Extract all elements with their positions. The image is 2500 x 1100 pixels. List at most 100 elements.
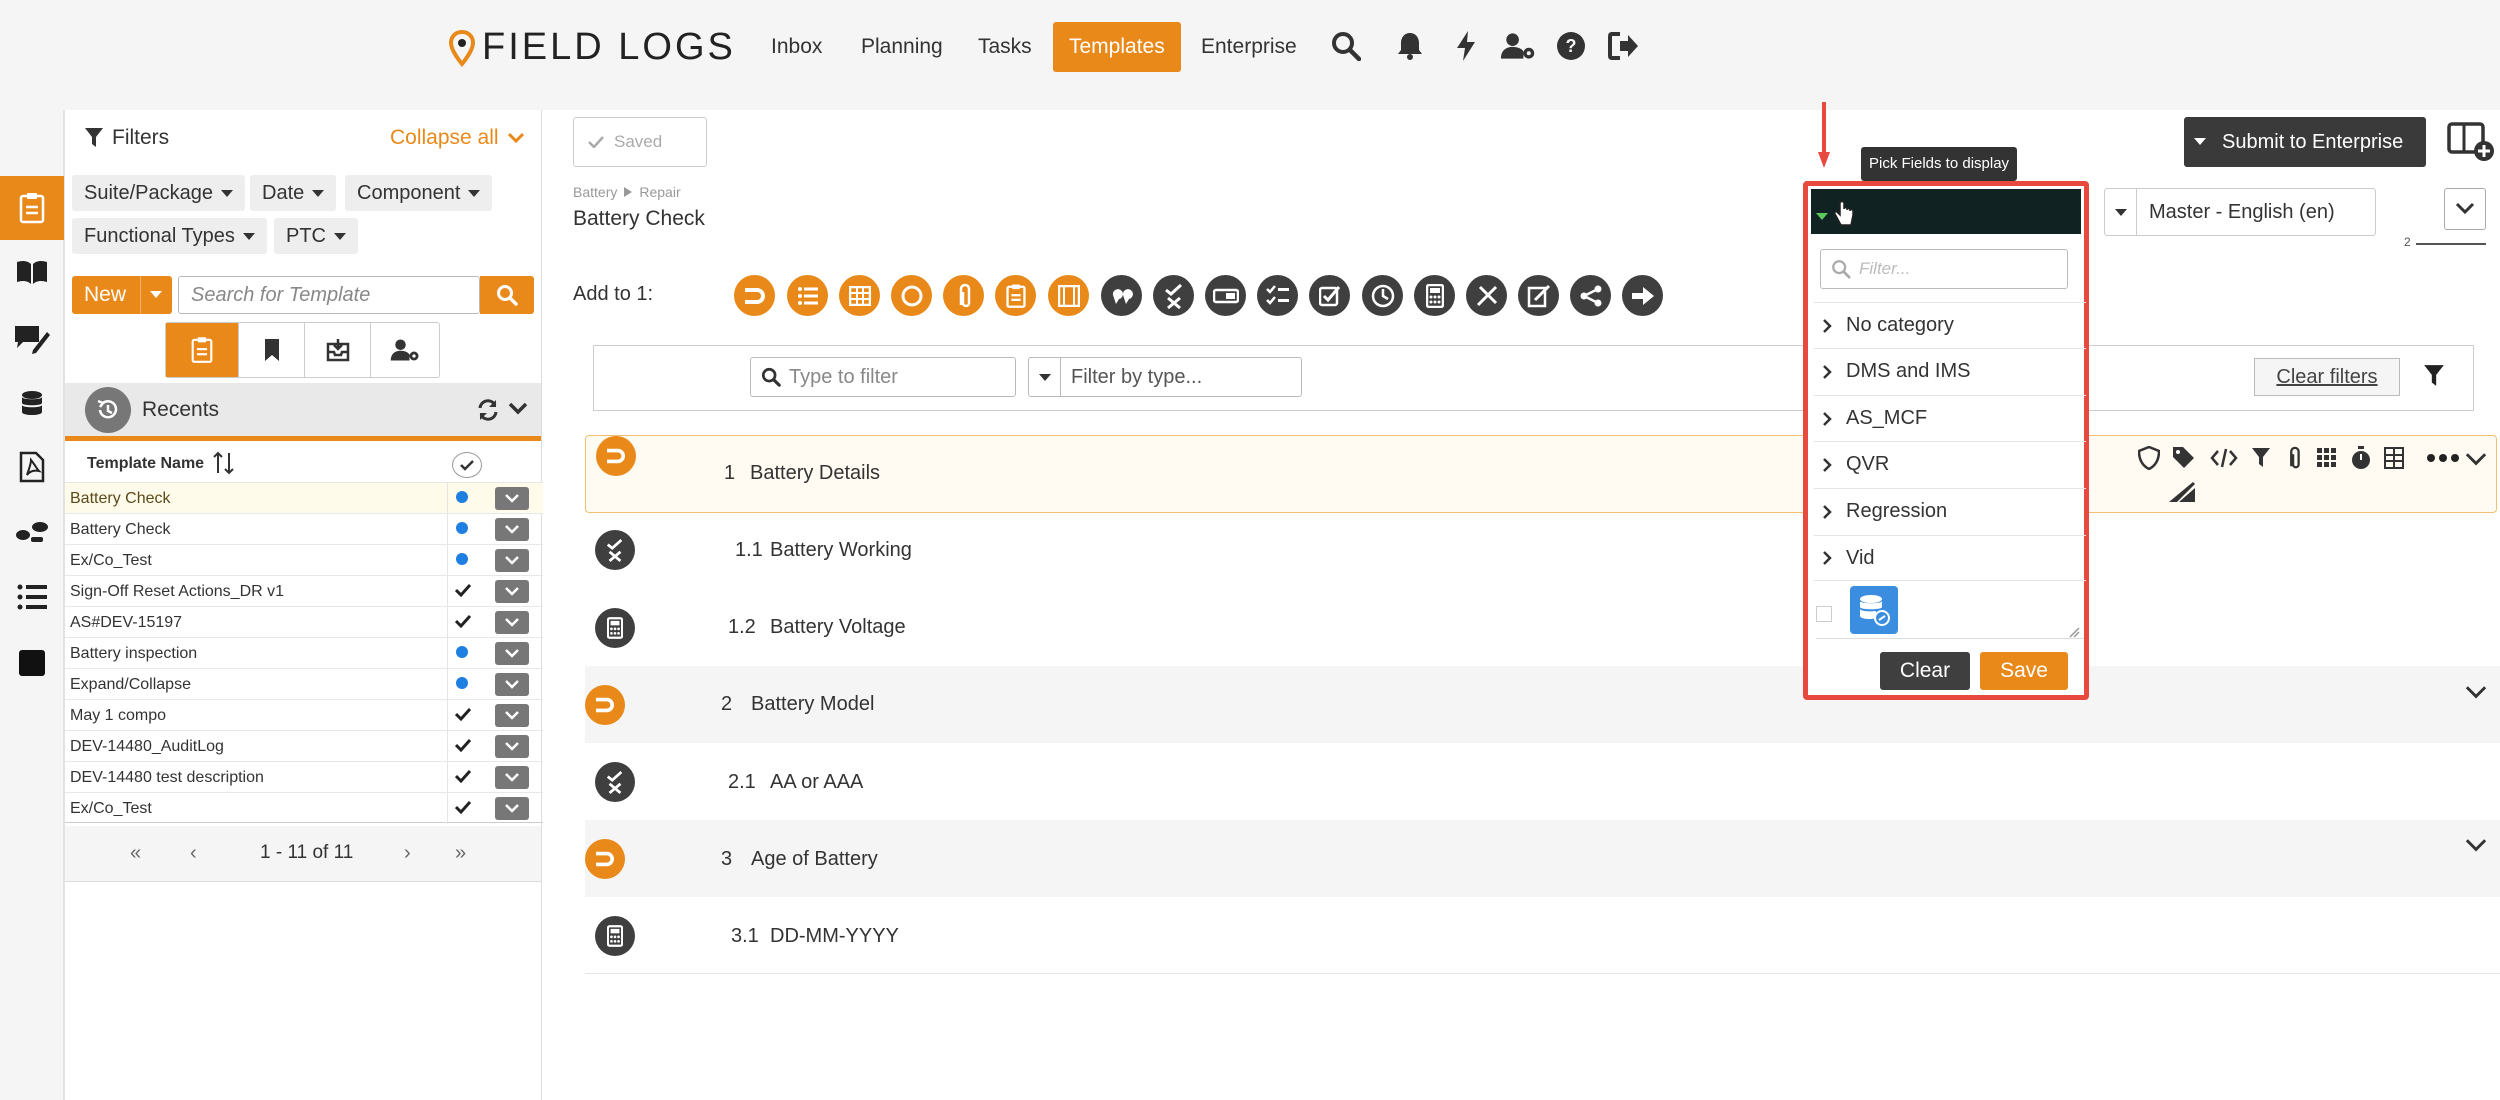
add-time-icon[interactable] xyxy=(1362,275,1403,316)
small-grid-icon[interactable] xyxy=(2384,447,2404,469)
add-checklist-icon[interactable] xyxy=(995,275,1036,316)
table-row[interactable]: Ex/Co_Test xyxy=(65,792,543,824)
nav-templates[interactable]: Templates xyxy=(1053,22,1181,72)
row-dropdown-button[interactable] xyxy=(495,642,529,665)
add-table-icon[interactable] xyxy=(839,275,880,316)
chevron-down-icon[interactable] xyxy=(2464,838,2488,854)
question-row-3-1[interactable]: 3.1 DD-MM-YYYY xyxy=(585,897,2500,974)
template-search-button[interactable] xyxy=(480,276,534,314)
collapse-all-button[interactable]: Collapse all xyxy=(390,126,525,150)
recents-header[interactable] xyxy=(65,383,541,441)
breadcrumb-item[interactable]: Repair xyxy=(639,184,680,200)
refresh-icon[interactable] xyxy=(476,398,500,422)
new-template-button[interactable]: New xyxy=(72,276,172,314)
add-quote-icon[interactable] xyxy=(1101,275,1142,316)
collapse-toggle-button[interactable] xyxy=(2444,188,2486,230)
table-row[interactable]: DEV-14480 test description xyxy=(65,761,543,793)
logout-icon[interactable] xyxy=(1606,28,1642,64)
table-row[interactable]: Sign-Off Reset Actions_DR v1 xyxy=(65,575,543,607)
add-circle-icon[interactable] xyxy=(891,275,932,316)
nav-enterprise[interactable]: Enterprise xyxy=(1185,22,1313,72)
view-bookmarks-button[interactable] xyxy=(238,323,304,377)
column-template-name[interactable]: Template Name xyxy=(87,455,204,473)
wedge-icon[interactable] xyxy=(2167,480,2197,504)
field-filter-input[interactable]: Filter... xyxy=(1820,249,2068,289)
row-dropdown-button[interactable] xyxy=(495,704,529,727)
table-row[interactable]: Battery Check xyxy=(65,482,543,514)
category-regression[interactable]: Regression xyxy=(1814,488,2086,534)
rail-footsteps-icon[interactable] xyxy=(0,500,64,564)
saved-button[interactable]: Saved xyxy=(573,117,707,167)
add-list-icon[interactable] xyxy=(787,275,828,316)
brand-logo[interactable]: FIELD LOGS xyxy=(448,26,736,69)
rail-square-icon[interactable] xyxy=(0,631,64,695)
row-dropdown-button[interactable] xyxy=(495,797,529,820)
type-filter-input[interactable]: Type to filter xyxy=(750,357,1016,397)
add-yes-no-icon[interactable] xyxy=(1153,275,1194,316)
lightning-icon[interactable] xyxy=(1448,28,1484,64)
row-dropdown-button[interactable] xyxy=(495,766,529,789)
question-row-2[interactable]: 2 Battery Model xyxy=(585,666,2500,743)
view-archive-button[interactable] xyxy=(304,323,370,377)
view-user-settings-button[interactable] xyxy=(370,323,439,377)
category-dms-ims[interactable]: DMS and IMS xyxy=(1814,348,2086,394)
row-dropdown-button[interactable] xyxy=(495,580,529,603)
more-options-icon[interactable] xyxy=(2426,453,2460,463)
nav-inbox[interactable]: Inbox xyxy=(755,22,838,72)
category-as-mcf[interactable]: AS_MCF xyxy=(1814,395,2086,441)
table-row[interactable]: Battery Check xyxy=(65,513,543,545)
next-page-button[interactable]: › xyxy=(404,842,411,865)
table-row[interactable]: Expand/Collapse xyxy=(65,668,543,700)
question-row-1-2[interactable]: 1.2 Battery Voltage xyxy=(585,589,2500,666)
rail-list-icon[interactable] xyxy=(0,565,64,629)
chevron-down-icon[interactable] xyxy=(508,402,528,416)
view-templates-button[interactable] xyxy=(166,323,238,377)
prev-page-button[interactable]: ‹ xyxy=(190,842,197,865)
add-toggle-icon[interactable] xyxy=(1205,275,1246,316)
select-checkbox[interactable] xyxy=(1816,606,1832,622)
filter-chip-date[interactable]: Date xyxy=(250,175,337,211)
filter-chip-suite[interactable]: Suite/Package xyxy=(72,175,245,211)
question-row-2-1[interactable]: 2.1 AA or AAA xyxy=(585,743,2500,820)
save-button[interactable]: Save xyxy=(1980,652,2068,690)
caret-down-icon[interactable] xyxy=(1815,212,1829,222)
chevron-down-icon[interactable] xyxy=(2464,452,2488,468)
breadcrumb-item[interactable]: Battery xyxy=(573,184,617,200)
template-search-input[interactable]: Search for Template xyxy=(178,276,480,314)
sort-icon[interactable] xyxy=(213,451,235,475)
user-settings-icon[interactable] xyxy=(1500,28,1536,64)
add-tools-icon[interactable] xyxy=(1466,275,1507,316)
rail-book-icon[interactable] xyxy=(0,240,64,304)
add-calculator-icon[interactable] xyxy=(1414,275,1455,316)
table-row[interactable]: DEV-14480_AuditLog xyxy=(65,730,543,762)
add-signature-icon[interactable] xyxy=(1518,275,1559,316)
shield-icon[interactable] xyxy=(2138,446,2160,470)
help-icon[interactable]: ? xyxy=(1553,28,1589,64)
filter-chip-ptc[interactable]: PTC xyxy=(274,218,358,254)
submit-to-enterprise-button[interactable]: Submit to Enterprise xyxy=(2184,117,2426,167)
stopwatch-icon[interactable] xyxy=(2350,445,2372,471)
rail-comments-icon[interactable] xyxy=(0,306,64,370)
filter-chip-functional-types[interactable]: Functional Types xyxy=(72,218,267,254)
add-attachment-icon[interactable] xyxy=(943,275,984,316)
row-dropdown-button[interactable] xyxy=(495,611,529,634)
nav-tasks[interactable]: Tasks xyxy=(962,22,1048,72)
question-row-3[interactable]: 3 Age of Battery xyxy=(585,820,2500,897)
grid-icon[interactable] xyxy=(2316,447,2338,469)
add-checkbox-icon[interactable] xyxy=(1309,275,1350,316)
rail-templates-icon[interactable] xyxy=(0,176,64,240)
category-vid[interactable]: Vid xyxy=(1814,535,2086,581)
clear-button[interactable]: Clear xyxy=(1880,652,1970,690)
code-icon[interactable] xyxy=(2210,447,2238,469)
row-dropdown-button[interactable] xyxy=(495,735,529,758)
chevron-down-icon[interactable] xyxy=(2464,685,2488,701)
search-icon[interactable] xyxy=(1328,28,1364,64)
table-row[interactable]: AS#DEV-15197 xyxy=(65,606,543,638)
language-select[interactable]: Master - English (en) xyxy=(2104,188,2376,236)
first-page-button[interactable]: « xyxy=(130,842,141,865)
row-dropdown-button[interactable] xyxy=(495,549,529,572)
table-row[interactable]: May 1 compo xyxy=(65,699,543,731)
paperclip-icon[interactable] xyxy=(2284,446,2304,470)
filter-chip-component[interactable]: Component xyxy=(345,175,493,211)
add-share-icon[interactable] xyxy=(1570,275,1611,316)
